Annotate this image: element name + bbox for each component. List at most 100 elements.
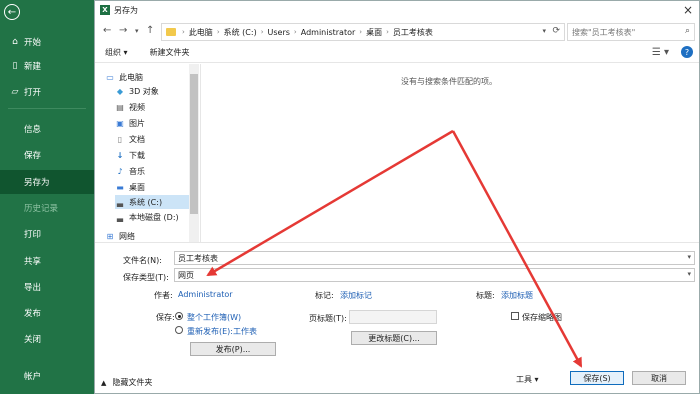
- organize-button[interactable]: 组织 ▾: [105, 47, 128, 58]
- sidebar-item-info[interactable]: 信息: [0, 117, 94, 141]
- sidebar-item-home[interactable]: ⌂ 开始: [0, 30, 94, 54]
- save-scope-label: 保存:: [156, 313, 175, 322]
- tree-item-network[interactable]: ⊞ 网络: [105, 229, 189, 243]
- tree-item-documents[interactable]: ▯ 文档: [115, 132, 189, 146]
- tree-item-this-pc[interactable]: ▭ 此电脑: [105, 70, 189, 84]
- desktop-icon: ▬: [116, 182, 124, 192]
- sidebar-item-close[interactable]: 关闭: [0, 327, 94, 351]
- sidebar-item-print[interactable]: 打印: [0, 222, 94, 246]
- sidebar-item-save[interactable]: 保存: [0, 143, 94, 167]
- republish-radio[interactable]: [175, 326, 183, 334]
- tree-item-system-c[interactable]: ▃ 系统 (C:): [115, 195, 189, 209]
- tree-item-downloads[interactable]: ↓ 下载: [115, 148, 189, 162]
- add-tags-link[interactable]: 添加标记: [340, 290, 372, 301]
- tree-item-label: 文档: [129, 134, 145, 144]
- sidebar-item-new[interactable]: ▯ 新建: [0, 54, 94, 78]
- page-title-label: 页标题(T):: [309, 314, 347, 323]
- back-button[interactable]: ←: [4, 4, 20, 20]
- save-type-select[interactable]: 网页 ▾: [174, 268, 695, 282]
- chevron-up-icon: ▲: [101, 378, 107, 387]
- entire-workbook-label[interactable]: 整个工作簿(W): [187, 312, 241, 323]
- add-title-link[interactable]: 添加标题: [501, 290, 533, 301]
- title-label: 标题:: [476, 291, 495, 300]
- sidebar-item-label: 新建: [24, 62, 42, 72]
- breadcrumb-item[interactable]: 系统 (C:): [224, 27, 257, 38]
- chevron-down-icon[interactable]: ▾: [687, 253, 691, 261]
- sidebar-item-save-as[interactable]: 另存为: [0, 170, 94, 194]
- chevron-right-icon: ›: [216, 28, 220, 36]
- cube-icon: ◆: [116, 86, 124, 96]
- folder-icon: [166, 28, 176, 36]
- tree-item-label: 系统 (C:): [129, 197, 163, 207]
- network-icon: ⊞: [106, 231, 114, 241]
- sidebar-item-account[interactable]: 帐户: [0, 364, 94, 388]
- breadcrumb-item[interactable]: Users: [268, 28, 290, 37]
- excel-icon: X: [100, 5, 110, 15]
- close-icon[interactable]: ×: [683, 3, 693, 17]
- navigation-pane: ▭ 此电脑 ◆ 3D 对象 ▤ 视频 ▣ 图片 ▯ 文档 ↓ 下载 ♪ 音乐 ▬ 桌面 ▃ 系统 …: [95, 64, 201, 242]
- tree-item-local-d[interactable]: ▃ 本地磁盘 (D:): [115, 210, 189, 224]
- navigation-scrollbar[interactable]: [189, 64, 199, 242]
- tree-item-label: 图片: [129, 118, 145, 128]
- tree-item-music[interactable]: ♪ 音乐: [115, 164, 189, 178]
- filename-field[interactable]: 员工考核表 ▾: [174, 251, 695, 265]
- chevron-right-icon: ›: [182, 28, 185, 36]
- back-arrow-icon[interactable]: ←: [103, 25, 111, 36]
- save-button[interactable]: 保存(S): [570, 371, 624, 385]
- search-input[interactable]: 搜索"员工考核表" ⌕: [567, 23, 695, 41]
- chevron-down-icon[interactable]: ▾: [687, 270, 691, 278]
- sidebar-item-share[interactable]: 共享: [0, 249, 94, 273]
- chevron-down-icon[interactable]: ▾: [542, 27, 546, 35]
- tree-item-desktop[interactable]: ▬ 桌面: [115, 180, 189, 194]
- address-bar[interactable]: › 此电脑 › 系统 (C:) › Users › Administrator …: [161, 23, 565, 41]
- breadcrumb-item[interactable]: 桌面: [366, 27, 382, 38]
- folder-open-icon: ▱: [11, 87, 19, 97]
- empty-results-message: 没有与搜索条件匹配的项。: [401, 77, 497, 86]
- save-thumbnail-label[interactable]: 保存缩略图: [522, 312, 562, 323]
- tree-item-videos[interactable]: ▤ 视频: [115, 100, 189, 114]
- change-title-button[interactable]: 更改标题(C)...: [351, 331, 437, 345]
- hide-folders-toggle[interactable]: ▲ 隐藏文件夹: [101, 377, 152, 388]
- pane-divider: [95, 242, 699, 243]
- arrow-left-icon: ←: [7, 6, 17, 18]
- tree-item-label: 3D 对象: [129, 86, 159, 96]
- sidebar-item-publish[interactable]: 发布: [0, 301, 94, 325]
- entire-workbook-radio[interactable]: [175, 312, 183, 320]
- breadcrumb-item[interactable]: 员工考核表: [393, 27, 433, 38]
- save-thumbnail-checkbox[interactable]: [511, 312, 519, 320]
- drive-icon: ▃: [116, 212, 124, 222]
- author-label: 作者:: [154, 291, 173, 300]
- home-icon: ⌂: [12, 37, 18, 47]
- refresh-icon[interactable]: ⟳: [552, 26, 560, 36]
- tree-item-3d-objects[interactable]: ◆ 3D 对象: [115, 84, 189, 98]
- search-icon: ⌕: [684, 26, 690, 36]
- sidebar-item-label: 打开: [24, 88, 42, 98]
- tree-item-pictures[interactable]: ▣ 图片: [115, 116, 189, 130]
- sidebar-item-label: 共享: [24, 257, 42, 267]
- forward-arrow-icon[interactable]: →: [119, 25, 127, 36]
- tree-item-label: 此电脑: [119, 72, 143, 82]
- new-folder-button[interactable]: 新建文件夹: [150, 47, 190, 58]
- sidebar-divider: [8, 108, 86, 109]
- publish-button[interactable]: 发布(P)...: [190, 342, 276, 356]
- sidebar-item-export[interactable]: 导出: [0, 275, 94, 299]
- up-arrow-icon[interactable]: ↑: [146, 25, 154, 36]
- view-options-icon[interactable]: ☰ ▾: [652, 47, 669, 58]
- breadcrumb-item[interactable]: 此电脑: [189, 27, 213, 38]
- republish-label[interactable]: 重新发布(E):工作表: [187, 326, 257, 337]
- tree-item-label: 下载: [129, 150, 145, 160]
- tools-button[interactable]: 工具 ▾: [516, 374, 539, 385]
- help-icon[interactable]: ?: [681, 46, 693, 58]
- sidebar-item-label: 另存为: [24, 178, 50, 188]
- cancel-button[interactable]: 取消: [632, 371, 686, 385]
- filename-label: 文件名(N):: [123, 256, 162, 265]
- tree-item-label: 桌面: [129, 182, 145, 192]
- breadcrumb-item[interactable]: Administrator: [301, 28, 356, 37]
- scrollbar-thumb[interactable]: [190, 74, 198, 214]
- recent-locations-icon[interactable]: ▾: [135, 27, 139, 35]
- sidebar-item-open[interactable]: ▱ 打开: [0, 80, 94, 104]
- author-value[interactable]: Administrator: [178, 290, 233, 299]
- sidebar-item-label: 导出: [24, 283, 42, 293]
- tags-label: 标记:: [315, 291, 334, 300]
- drive-icon: ▃: [116, 197, 124, 207]
